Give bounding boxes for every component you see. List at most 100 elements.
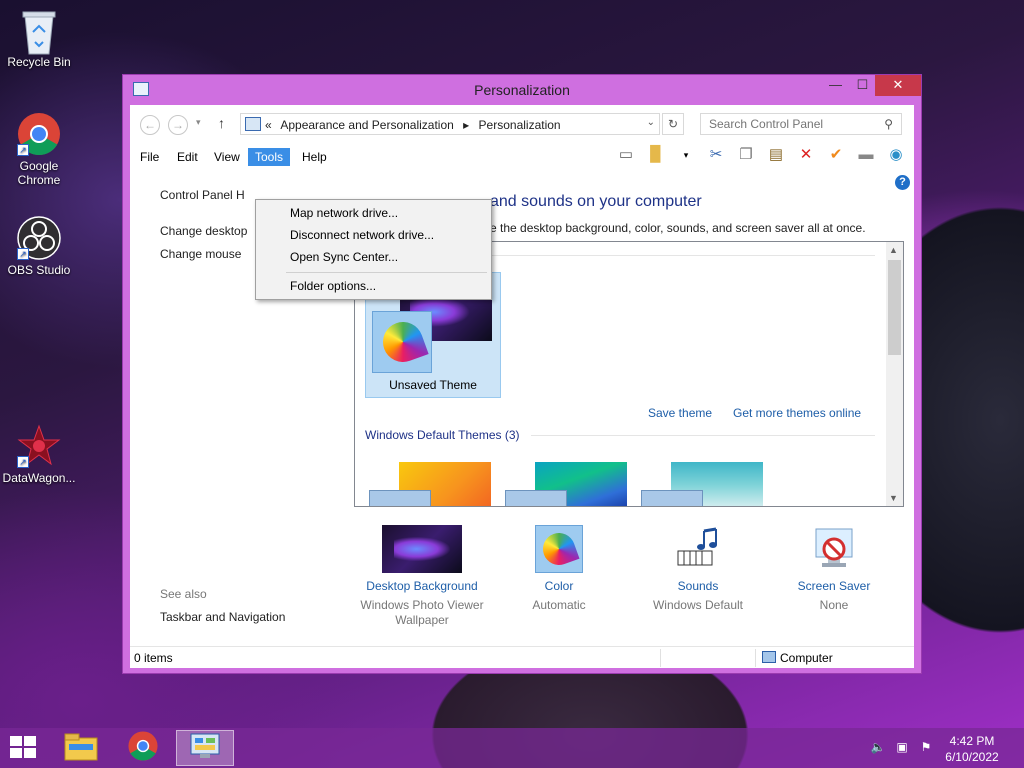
left-link-change-desktop-icons[interactable]: Change desktop	[160, 224, 247, 238]
sounds-item[interactable]: Sounds Windows Default	[646, 525, 750, 613]
volume-muted-icon[interactable]: 🔈	[870, 740, 886, 756]
breadcrumb-appearance[interactable]: Appearance and Personalization	[280, 118, 453, 132]
theme-flowers[interactable]	[641, 454, 763, 506]
sounds-link[interactable]: Sounds	[646, 579, 750, 593]
help-icon[interactable]: ?	[895, 175, 910, 190]
chevron-down-icon[interactable]: ⌄	[647, 117, 655, 128]
menu-help[interactable]: Help	[295, 148, 334, 166]
layout-pane-icon[interactable]: ▭	[614, 144, 638, 166]
theme-windows[interactable]	[369, 454, 491, 506]
screen-saver-value: None	[819, 598, 849, 612]
vertical-scrollbar[interactable]: ▲ ▼	[886, 242, 903, 506]
desktop-background-item[interactable]: Desktop Background Windows Photo Viewer …	[356, 525, 488, 628]
breadcrumb-personalization[interactable]: Personalization	[479, 118, 561, 132]
left-link-taskbar-and-navigation[interactable]: Taskbar and Navigation	[160, 610, 285, 624]
address-bar[interactable]: « Appearance and Personalization ▸ Perso…	[240, 113, 660, 135]
taskbar: 🔈 ▣ ⚑ 4:42 PM 6/10/2022	[0, 728, 1024, 768]
breadcrumb-separator[interactable]: ▸	[463, 118, 469, 132]
desktop-icon-label: DataWagon...	[2, 471, 76, 485]
sounds-icon	[674, 525, 722, 573]
refresh-button[interactable]: ↻	[662, 113, 684, 135]
up-arrow-icon[interactable]: ↑	[218, 115, 225, 131]
control-panel-icon	[190, 733, 220, 758]
recent-locations-icon[interactable]: ▾	[196, 117, 201, 128]
properties-icon[interactable]: ▬	[854, 144, 878, 166]
taskbar-control-panel[interactable]	[176, 730, 234, 766]
copy-icon[interactable]: ❐	[734, 144, 758, 166]
screen-saver-link[interactable]: Screen Saver	[786, 579, 882, 593]
search-icon[interactable]: ⚲	[884, 117, 893, 131]
status-location: Computer	[780, 651, 833, 665]
save-theme-link[interactable]: Save theme	[648, 406, 712, 420]
page-subtitle: e the desktop background, color, sounds,…	[490, 221, 866, 235]
color-item[interactable]: Color Automatic	[522, 525, 596, 613]
menu-separator	[286, 272, 487, 273]
clock-time: 4:42 PM	[949, 734, 995, 748]
close-button[interactable]: ✕	[875, 75, 921, 96]
paste-icon[interactable]: ▤	[764, 144, 788, 166]
get-more-themes-link[interactable]: Get more themes online	[733, 406, 861, 420]
maximize-button[interactable]: ☐	[849, 75, 876, 96]
delete-icon[interactable]: ✕	[794, 144, 818, 166]
action-center-icon[interactable]: ⚑	[918, 740, 934, 756]
theme-color-tile	[505, 490, 567, 506]
menu-view[interactable]: View	[207, 148, 247, 166]
color-icon	[535, 525, 583, 573]
desktop-icon-datawagon[interactable]: ↗ DataWagon...	[0, 424, 78, 485]
breadcrumb-prefix[interactable]: «	[265, 118, 272, 132]
check-icon[interactable]: ✔	[824, 144, 848, 166]
menu-item-open-sync-center[interactable]: Open Sync Center...	[290, 250, 398, 264]
menu-tools[interactable]: Tools	[248, 148, 291, 166]
search-input[interactable]	[701, 114, 871, 134]
back-button[interactable]: ←	[140, 115, 160, 135]
chrome-icon	[128, 731, 158, 761]
shortcut-arrow-icon: ↗	[17, 456, 29, 468]
menu-edit[interactable]: Edit	[170, 148, 205, 166]
title-bar[interactable]: Personalization — ☐ ✕	[123, 75, 921, 105]
shortcut-arrow-icon: ↗	[17, 248, 29, 260]
search-box: ⚲	[700, 113, 902, 135]
taskbar-file-explorer[interactable]	[52, 730, 110, 766]
control-panel-icon	[245, 117, 261, 131]
see-also-heading: See also	[160, 587, 207, 601]
file-explorer-icon	[64, 733, 98, 761]
theme-label: Unsaved Theme	[389, 378, 477, 392]
left-link-change-mouse-pointers[interactable]: Change mouse	[160, 247, 241, 261]
forward-button[interactable]: →	[168, 115, 188, 135]
desktop-icon-recycle-bin[interactable]: Recycle Bin	[0, 8, 78, 69]
clock[interactable]: 4:42 PM 6/10/2022	[942, 733, 1002, 765]
screen-saver-item[interactable]: Screen Saver None	[786, 525, 882, 613]
desktop-icon-label: OBS Studio	[7, 263, 71, 277]
desktop-icon-obs-studio[interactable]: ↗ OBS Studio	[0, 216, 78, 277]
start-button[interactable]	[10, 736, 38, 760]
desktop-background-link[interactable]: Desktop Background	[356, 579, 488, 593]
left-link-control-panel-home[interactable]: Control Panel H	[160, 188, 245, 202]
item-count: 0 items	[134, 651, 173, 665]
desktop-background-value: Windows Photo Viewer Wallpaper	[360, 598, 484, 627]
menu-file[interactable]: File	[133, 148, 166, 166]
theme-lines-and-colors[interactable]	[505, 454, 627, 506]
desktop-icon-google-chrome[interactable]: ↗ Google Chrome	[0, 112, 78, 187]
datawagon-icon: ↗	[17, 424, 61, 468]
cut-icon[interactable]: ✂	[704, 144, 728, 166]
menu-item-map-network-drive[interactable]: Map network drive...	[290, 206, 398, 220]
scroll-down-icon[interactable]: ▼	[889, 493, 898, 503]
color-link[interactable]: Color	[522, 579, 596, 593]
toolbar: ▭ ▉ ▾ ✂ ❐ ▤ ✕ ✔ ▬ ◉	[614, 144, 908, 166]
network-icon[interactable]: ▣	[894, 740, 910, 756]
color-fan-icon	[377, 316, 429, 368]
chevron-down-icon[interactable]: ▾	[674, 144, 698, 166]
menu-item-folder-options[interactable]: Folder options...	[290, 279, 376, 293]
folder-check-icon[interactable]: ▉	[644, 144, 668, 166]
globe-icon[interactable]: ◉	[884, 144, 908, 166]
scroll-up-icon[interactable]: ▲	[889, 245, 898, 255]
address-row: ← → ▾ ↑ « Appearance and Personalization…	[130, 105, 914, 143]
menu-item-disconnect-network-drive[interactable]: Disconnect network drive...	[290, 228, 434, 242]
divider	[660, 649, 661, 667]
minimize-button[interactable]: —	[822, 75, 849, 96]
taskbar-chrome[interactable]	[114, 730, 172, 766]
desktop-background-icon	[382, 525, 462, 573]
scrollbar-thumb[interactable]	[888, 260, 901, 355]
window-title: Personalization	[474, 82, 570, 98]
menu-bar: File Edit View Tools Help ▭ ▉ ▾ ✂ ❐ ▤ ✕ …	[130, 143, 914, 169]
